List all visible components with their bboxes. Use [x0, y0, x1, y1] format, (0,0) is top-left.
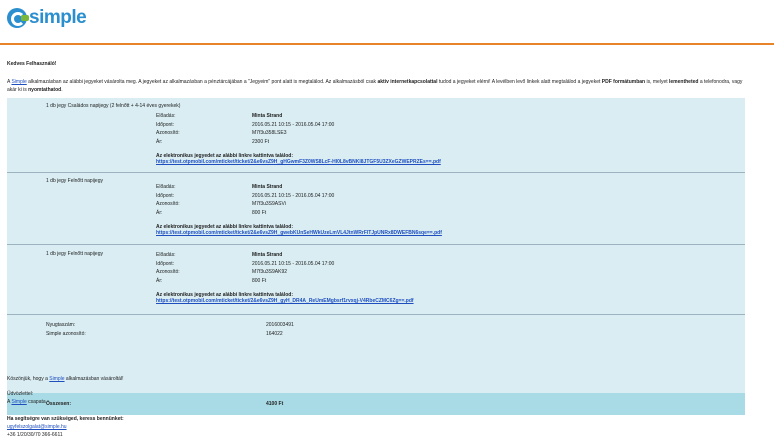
footer-text: alkalmazásban vásároltál!	[64, 376, 124, 382]
field-label: Időpont:	[156, 193, 175, 199]
field-value: 800 Ft	[252, 278, 267, 284]
regards: Üdvözlettel:	[7, 391, 34, 397]
field-label: Ár:	[156, 278, 163, 284]
field-label: Azonosító:	[156, 269, 180, 275]
ticket-title: 1 db jegy Családos napijegy (2 felnőtt +…	[46, 103, 181, 109]
total-label: Összesen:	[46, 401, 72, 407]
team-line: A Simple csapata	[7, 399, 46, 405]
simple-link[interactable]: Simple	[11, 79, 26, 85]
field-label: Előadás:	[156, 184, 176, 190]
simple-link[interactable]: Simple	[49, 376, 64, 382]
divider	[7, 314, 745, 315]
support-phone: +36 1/20/30/70 366-6611	[7, 432, 63, 438]
intro-bold: PDF formátumban	[601, 79, 646, 85]
field-value: Minta Strand	[252, 252, 283, 258]
ticket-pdf-link[interactable]: https://test.otpmobil.com/mticket/ticket…	[156, 298, 414, 304]
total-value: 4100 Ft	[266, 401, 284, 407]
field-value: 800 Ft	[252, 210, 267, 216]
field-value: 2016.05.21 10:15 - 2016.05.04 17:00	[252, 122, 335, 128]
intro-bold: lementheted	[669, 79, 699, 85]
field-value: M7f3u3S9ASVi	[252, 201, 286, 207]
field-value: M7f3u358LSE3	[252, 130, 287, 136]
tickets-panel: 1 db jegy Családos napijegy (2 felnőtt +…	[7, 98, 745, 415]
field-value: M7f3u3S9AK92	[252, 269, 288, 275]
receipt-label: Nyugtaszám:	[46, 322, 76, 328]
simple-logo-icon	[7, 8, 29, 28]
field-value: 2016.05.21 10:15 - 2016.05.04 17:00	[252, 261, 335, 267]
field-label: Ár:	[156, 210, 163, 216]
intro-text: is, melyet	[645, 79, 670, 85]
field-value: 2016.05.21 10:15 - 2016.05.04 17:00	[252, 193, 335, 199]
thanks-line: Köszönjük, hogy a Simple alkalmazásban v…	[7, 376, 123, 382]
field-value: Minta Strand	[252, 113, 283, 119]
intro-text: .	[61, 87, 63, 93]
support-email-link[interactable]: ugyfelszolgalat@simple.hu	[7, 424, 67, 430]
simple-id-label: Simple azonosító:	[46, 331, 86, 337]
field-label: Előadás:	[156, 113, 176, 119]
intro-text: alkalmazásban az alábbi jegyeket vásárol…	[26, 79, 378, 85]
field-label: Ár:	[156, 139, 163, 145]
logo-text: simple	[29, 7, 87, 28]
divider	[7, 244, 745, 245]
ticket-pdf-link[interactable]: https://test.otpmobil.com/mticket/ticket…	[156, 159, 441, 165]
simple-logo[interactable]: simple	[7, 7, 87, 29]
field-label: Időpont:	[156, 122, 175, 128]
intro-text: tudod a jegyeket elérni! A levélben levő…	[437, 79, 602, 85]
help-text: Ha segítségre van szükséged, keress benn…	[7, 416, 124, 422]
footer-text: Köszönjük, hogy a	[7, 376, 50, 382]
simple-link[interactable]: Simple	[11, 399, 26, 405]
field-label: Előadás:	[156, 252, 176, 258]
field-label: Azonosító:	[156, 201, 180, 207]
field-label: Időpont:	[156, 261, 175, 267]
ticket-pdf-link[interactable]: https://test.otpmobil.com/mticket/ticket…	[156, 230, 442, 236]
total-row: Összesen: 4100 Ft	[7, 393, 745, 415]
divider	[7, 172, 745, 173]
receipt-value: 2016003491	[266, 322, 294, 328]
field-value: Minta Strand	[252, 184, 283, 190]
simple-id-value: 164022	[266, 331, 283, 337]
intro-paragraph: A Simple alkalmazásban az alábbi jegyeke…	[7, 78, 747, 94]
ticket-title: 1 db jegy Felnőtt napijegy	[46, 251, 103, 257]
intro-bold: aktív internetkapcsolattal	[377, 79, 438, 85]
greeting: Kedves Felhasználó!	[7, 61, 57, 67]
footer-text: csapata	[26, 399, 46, 405]
intro-bold: nyomtathatod	[28, 87, 62, 93]
field-label: Azonosító:	[156, 130, 180, 136]
field-value: 2300 Ft	[252, 139, 269, 145]
ticket-title: 1 db jegy Felnőtt napijegy	[46, 178, 103, 184]
email-header: simple	[0, 0, 774, 45]
